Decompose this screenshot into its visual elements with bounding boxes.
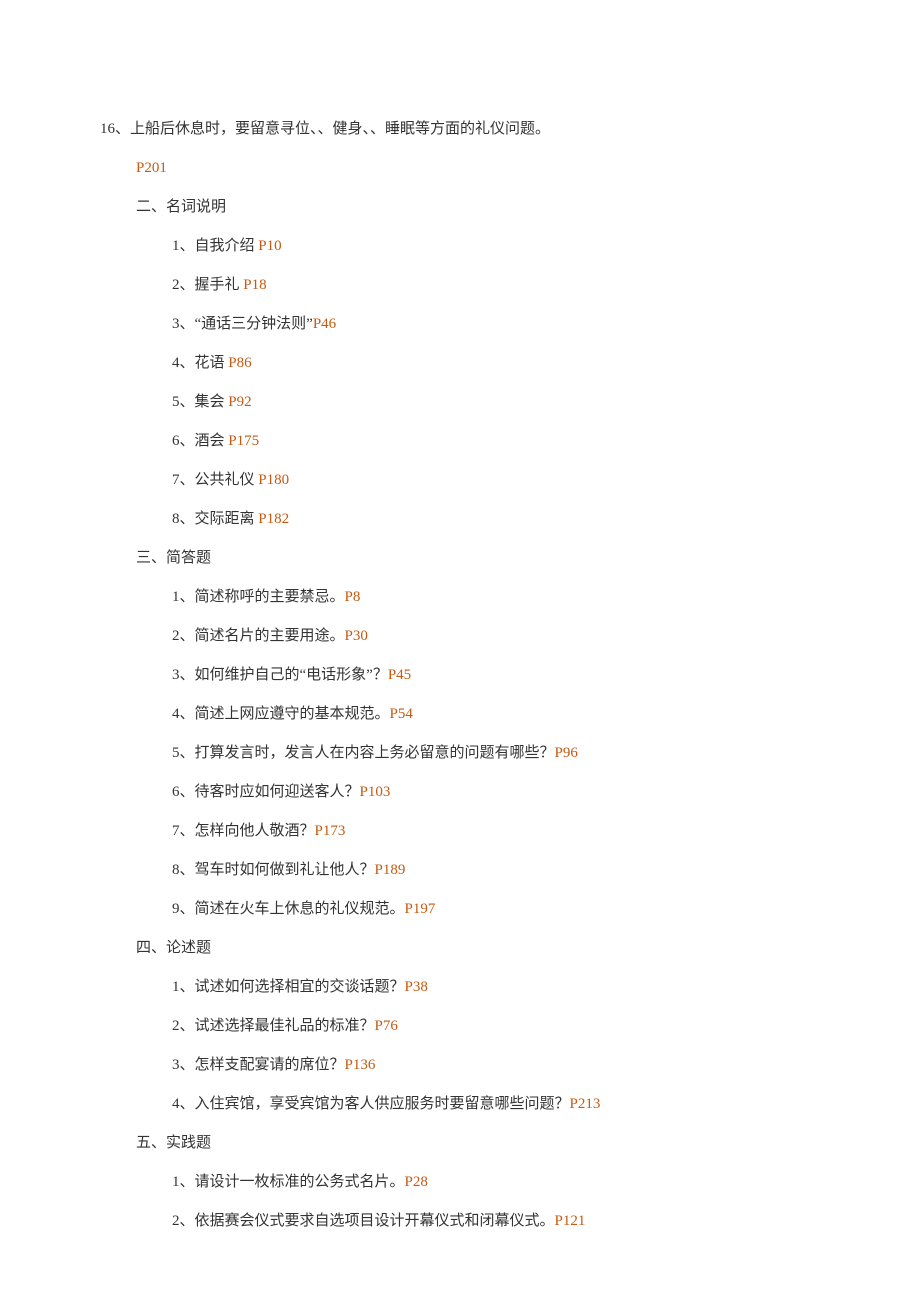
doc-line: 6、待客时应如何迎送客人？P103 <box>100 773 820 812</box>
doc-line: 三、简答题 <box>100 539 820 578</box>
doc-line: 3、怎样支配宴请的席位？P136 <box>100 1046 820 1085</box>
page-reference: P10 <box>258 238 281 254</box>
line-text: 3、“通话三分钟法则” <box>172 316 313 332</box>
doc-line: 4、花语 P86 <box>100 344 820 383</box>
page-reference: P173 <box>315 823 346 839</box>
line-text: 5、集会 <box>172 394 228 410</box>
line-text: 16、上船后休息时，要留意寻位、、健身、、睡眠等方面的礼仪问题。 <box>100 121 550 137</box>
doc-line: 2、握手礼 P18 <box>100 266 820 305</box>
line-text: 6、待客时应如何迎送客人？ <box>172 784 360 800</box>
doc-line: 1、请设计一枚标准的公务式名片。P28 <box>100 1163 820 1202</box>
line-text: 三、简答题 <box>136 550 211 566</box>
doc-line: 7、怎样向他人敬酒？P173 <box>100 812 820 851</box>
doc-line: 2、依据赛会仪式要求自选项目设计开幕仪式和闭幕仪式。P121 <box>100 1202 820 1241</box>
page-reference: P189 <box>375 862 406 878</box>
page-reference: P76 <box>375 1018 398 1034</box>
doc-line: 5、集会 P92 <box>100 383 820 422</box>
page-reference: P86 <box>228 355 251 371</box>
doc-line: P201 <box>100 149 820 188</box>
line-text: 1、自我介绍 <box>172 238 258 254</box>
page-reference: P92 <box>228 394 251 410</box>
page-reference: P38 <box>405 979 428 995</box>
line-text: 7、怎样向他人敬酒？ <box>172 823 315 839</box>
page-reference: P136 <box>345 1057 376 1073</box>
page-reference: P175 <box>228 433 259 449</box>
line-text: 1、请设计一枚标准的公务式名片。 <box>172 1174 405 1190</box>
page-reference: P54 <box>390 706 413 722</box>
line-text: 3、怎样支配宴请的席位？ <box>172 1057 345 1073</box>
doc-line: 1、试述如何选择相宜的交谈话题？P38 <box>100 968 820 1007</box>
line-text: 4、花语 <box>172 355 228 371</box>
line-text: 五、实践题 <box>136 1135 211 1151</box>
doc-line: 3、如何维护自己的“电话形象”？P45 <box>100 656 820 695</box>
doc-line: 4、入住宾馆，享受宾馆为客人供应服务时要留意哪些问题？P213 <box>100 1085 820 1124</box>
line-text: 3、如何维护自己的“电话形象”？ <box>172 667 388 683</box>
doc-line: 1、简述称呼的主要禁忌。P8 <box>100 578 820 617</box>
page-reference: P103 <box>360 784 391 800</box>
page-reference: P18 <box>243 277 266 293</box>
doc-line: 1、自我介绍 P10 <box>100 227 820 266</box>
page-reference: P121 <box>555 1213 586 1229</box>
line-text: 2、握手礼 <box>172 277 243 293</box>
doc-line: 二、名词说明 <box>100 188 820 227</box>
page-reference: P45 <box>388 667 411 683</box>
page-reference: P96 <box>555 745 578 761</box>
page-reference: P182 <box>258 511 289 527</box>
document-page: 16、上船后休息时，要留意寻位、、健身、、睡眠等方面的礼仪问题。 P201 二、名词… <box>0 0 920 1301</box>
doc-line: 四、论述题 <box>100 929 820 968</box>
doc-line: 5、打算发言时，发言人在内容上务必留意的问题有哪些？P96 <box>100 734 820 773</box>
doc-line: 五、实践题 <box>100 1124 820 1163</box>
line-text: 5、打算发言时，发言人在内容上务必留意的问题有哪些？ <box>172 745 555 761</box>
doc-line: 4、简述上网应遵守的基本规范。P54 <box>100 695 820 734</box>
page-reference: P180 <box>258 472 289 488</box>
line-text: 4、入住宾馆，享受宾馆为客人供应服务时要留意哪些问题？ <box>172 1096 570 1112</box>
doc-line: 2、试述选择最佳礼品的标准？P76 <box>100 1007 820 1046</box>
line-text: 1、简述称呼的主要禁忌。 <box>172 589 345 605</box>
doc-line: 9、简述在火车上休息的礼仪规范。P197 <box>100 890 820 929</box>
line-text: 2、简述名片的主要用途。 <box>172 628 345 644</box>
line-text: 二、名词说明 <box>136 199 226 215</box>
doc-line: 8、交际距离 P182 <box>100 500 820 539</box>
page-reference: P8 <box>345 589 361 605</box>
line-text: 8、驾车时如何做到礼让他人？ <box>172 862 375 878</box>
doc-line: 6、酒会 P175 <box>100 422 820 461</box>
line-text: 2、试述选择最佳礼品的标准？ <box>172 1018 375 1034</box>
page-reference: P30 <box>345 628 368 644</box>
line-text: 四、论述题 <box>136 940 211 956</box>
doc-line: 8、驾车时如何做到礼让他人？P189 <box>100 851 820 890</box>
page-reference: P197 <box>405 901 436 917</box>
line-text: 7、公共礼仪 <box>172 472 258 488</box>
page-reference: P28 <box>405 1174 428 1190</box>
line-text: 2、依据赛会仪式要求自选项目设计开幕仪式和闭幕仪式。 <box>172 1213 555 1229</box>
line-text: 8、交际距离 <box>172 511 258 527</box>
line-text: 9、简述在火车上休息的礼仪规范。 <box>172 901 405 917</box>
doc-line: 3、“通话三分钟法则”P46 <box>100 305 820 344</box>
line-text: 4、简述上网应遵守的基本规范。 <box>172 706 390 722</box>
doc-line: 16、上船后休息时，要留意寻位、、健身、、睡眠等方面的礼仪问题。 <box>100 110 820 149</box>
page-reference: P201 <box>136 160 167 176</box>
doc-line: 7、公共礼仪 P180 <box>100 461 820 500</box>
page-reference: P213 <box>570 1096 601 1112</box>
page-reference: P46 <box>313 316 336 332</box>
doc-line: 2、简述名片的主要用途。P30 <box>100 617 820 656</box>
line-text: 1、试述如何选择相宜的交谈话题？ <box>172 979 405 995</box>
line-text: 6、酒会 <box>172 433 228 449</box>
